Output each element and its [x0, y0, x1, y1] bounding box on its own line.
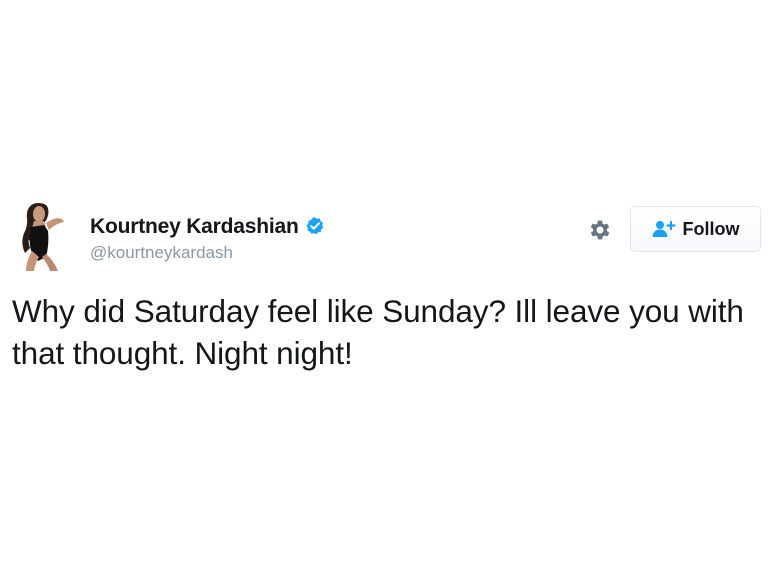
gear-icon[interactable]	[586, 216, 614, 244]
avatar-image	[16, 201, 74, 271]
verified-badge-icon	[305, 216, 325, 236]
page: Kourtney Kardashian @kourtneykardash Fol…	[0, 0, 770, 577]
author-display-name[interactable]: Kourtney Kardashian	[90, 214, 299, 240]
add-user-icon	[652, 220, 676, 238]
follow-button[interactable]: Follow	[630, 206, 761, 252]
avatar[interactable]	[16, 201, 74, 271]
follow-button-label: Follow	[682, 219, 740, 239]
author-handle[interactable]: @kourtneykardash	[90, 242, 233, 264]
tweet-text: Why did Saturday feel like Sunday? Ill l…	[12, 293, 744, 371]
author-name-row: Kourtney Kardashian	[90, 214, 325, 240]
tweet-card: Kourtney Kardashian @kourtneykardash Fol…	[0, 0, 770, 577]
